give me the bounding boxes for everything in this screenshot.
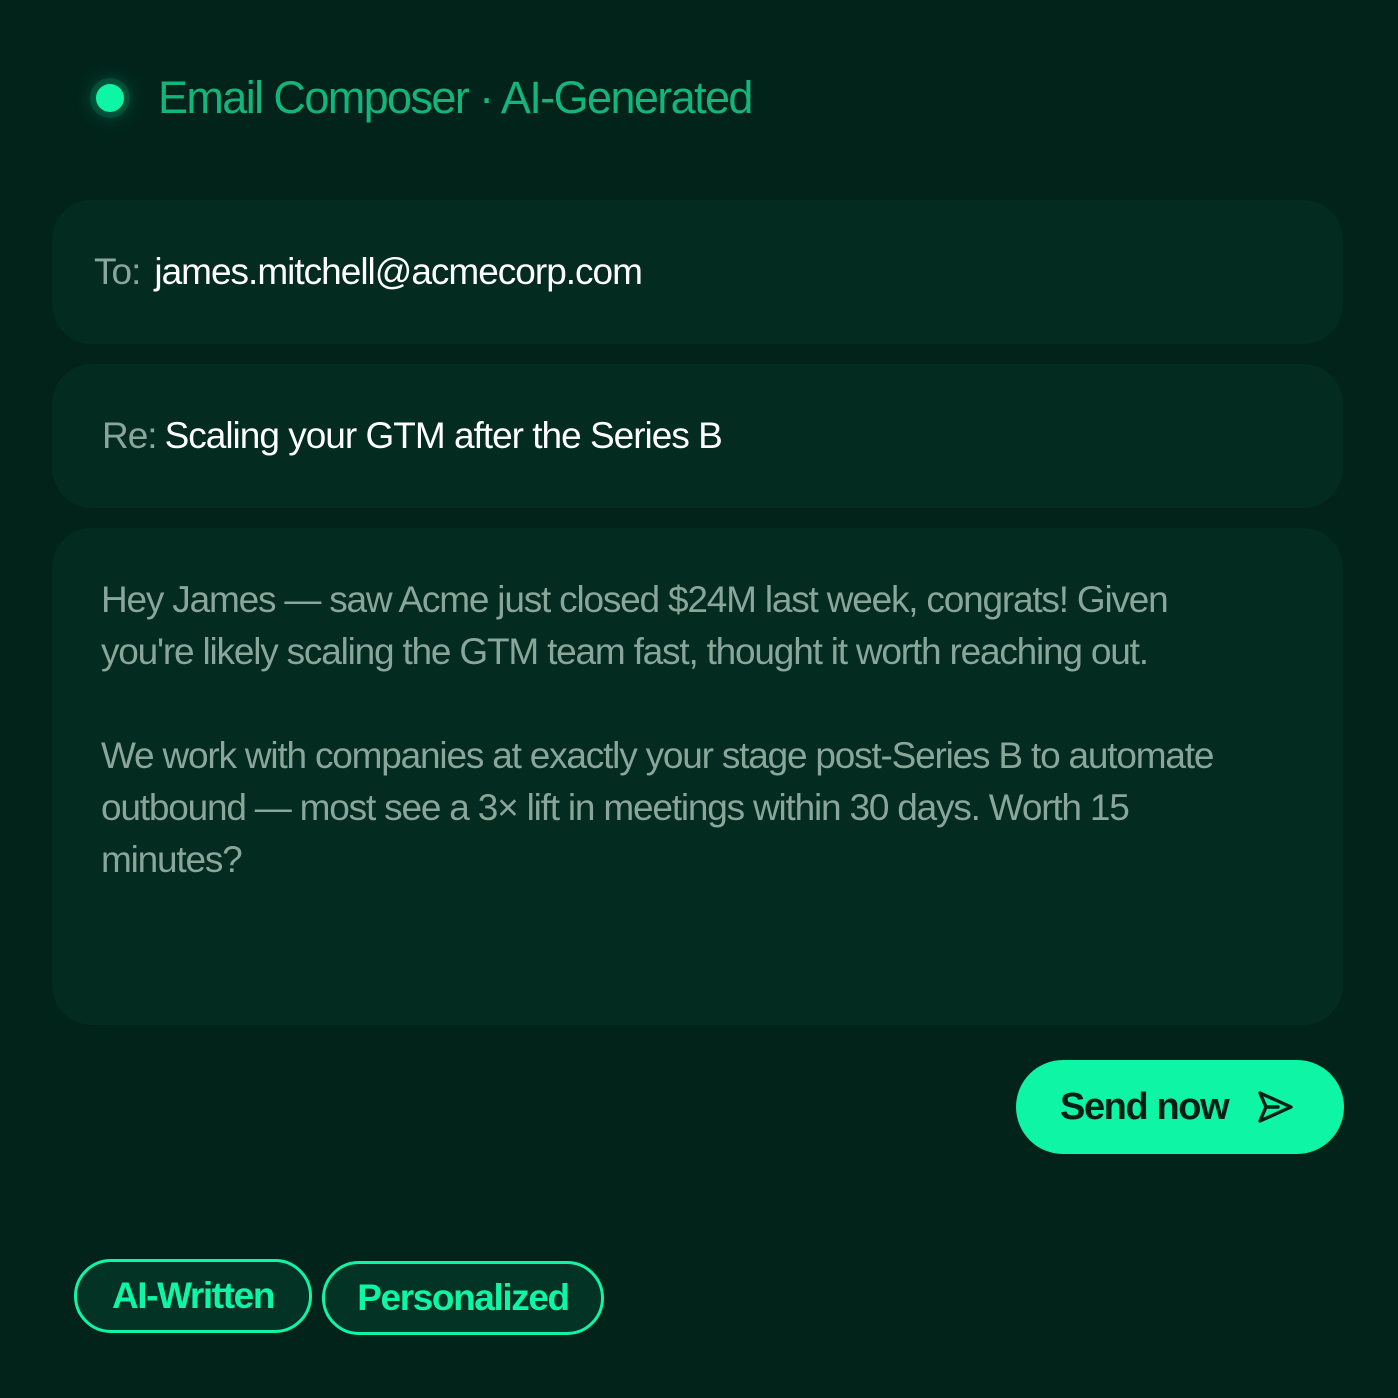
body-paragraph-2: We work with companies at exactly your s… [101, 735, 1214, 880]
tag-personalized: Personalized [322, 1261, 604, 1335]
email-body-text[interactable]: Hey James — saw Acme just closed $24M la… [101, 574, 1261, 886]
subject-label: Re: [102, 415, 158, 456]
to-label: To: [94, 251, 141, 292]
tag-ai-written: AI-Written [74, 1259, 312, 1333]
send-now-button[interactable]: Send now [1016, 1060, 1344, 1154]
email-body-card[interactable]: Hey James — saw Acme just closed $24M la… [52, 528, 1343, 1025]
send-button-label: Send now [1060, 1085, 1230, 1128]
subject-text[interactable]: Scaling your GTM after the Series B [165, 415, 723, 457]
composer-header: Email Composer · AI-Generated [96, 70, 753, 126]
send-icon [1256, 1090, 1294, 1124]
status-indicator-dot [96, 84, 124, 112]
page-title: Email Composer · AI-Generated [158, 72, 753, 123]
recipient-email[interactable]: james.mitchell@acmecorp.com [154, 251, 643, 293]
body-paragraph-1: Hey James — saw Acme just closed $24M la… [101, 579, 1169, 672]
to-field-card[interactable]: To: james.mitchell@acmecorp.com [52, 200, 1343, 344]
subject-field-card[interactable]: Re: Scaling your GTM after the Series B [52, 364, 1343, 508]
